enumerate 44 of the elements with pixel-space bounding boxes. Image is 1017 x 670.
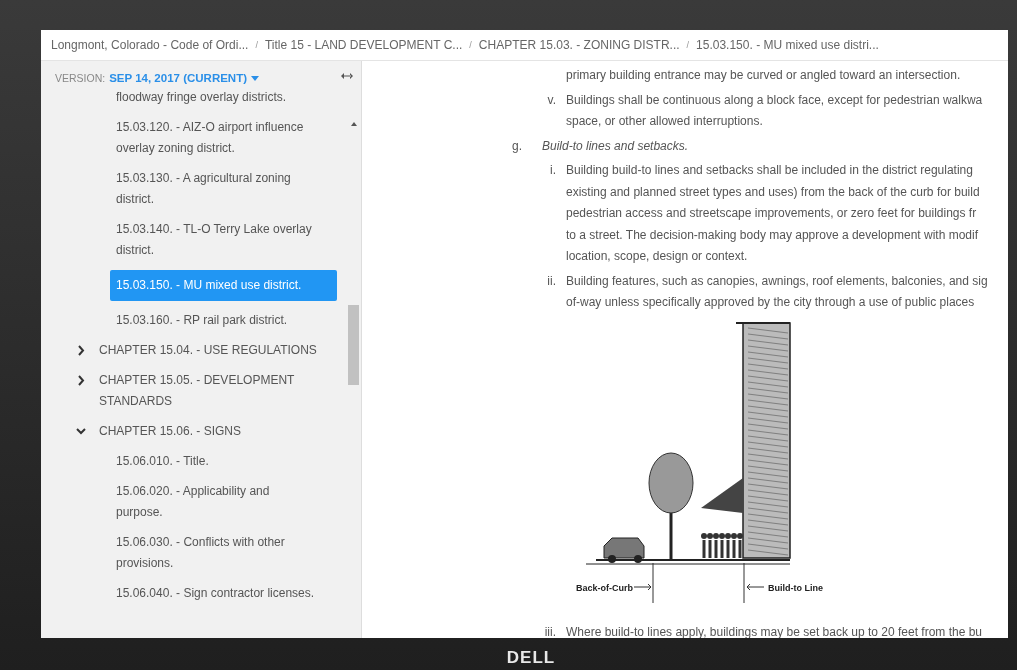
list-marker: g. [512, 137, 523, 155]
paragraph-line: space, or other allowed interruptions. [566, 113, 764, 130]
list-marker: iii. [543, 623, 557, 638]
paragraph-line: pedestrian access and streetscape improvements, or zero feet for buildings fr [566, 205, 978, 222]
chapter-item[interactable]: CHAPTER 15.06. - SIGNS [76, 421, 337, 442]
monitor-logo: DELL [505, 648, 557, 668]
figure-label: Back-of-Curb [576, 582, 633, 593]
scroll-up-icon[interactable] [351, 122, 357, 126]
list-marker: v. [546, 91, 557, 109]
toc-item[interactable]: 15.06.010. - Title. [110, 451, 325, 472]
paragraph-line: Building features, such as canopies, awnings, roof elements, balconies, and sig [566, 272, 988, 290]
version-label: VERSION: [55, 72, 106, 84]
paragraph-line: location, scope, design or context. [566, 248, 749, 265]
breadcrumb-link[interactable]: 15.03.150. - MU mixed use distri... [696, 38, 879, 52]
breadcrumb-link[interactable]: Longmont, Colorado - Code of Ordi... [51, 38, 249, 52]
paragraph-line: of-way unless specifically approved by the city through a use of public places [566, 294, 976, 311]
scrollbar-thumb[interactable] [348, 305, 359, 385]
breadcrumb-separator: / [686, 40, 690, 50]
paragraph-line: primary building entrance may be curved or angled toward an intersection. [566, 67, 961, 84]
toc-item[interactable]: 15.06.020. - Applicability and purpose. [110, 481, 325, 523]
chapter-item[interactable]: CHAPTER 15.05. - DEVELOPMENT STANDARDS [76, 370, 337, 412]
paragraph-line: existing and planned street types and uses) from the back of the curb for build [566, 183, 980, 201]
breadcrumb-link[interactable]: Title 15 - LAND DEVELOPMENT C... [264, 38, 463, 52]
list-marker: i. [549, 162, 557, 179]
chapter-item[interactable]: CHAPTER 15.04. - USE REGULATIONS [76, 340, 337, 361]
toc-item[interactable]: 15.06.030. - Conflicts with other provisions. [110, 532, 325, 574]
paragraph-line: Building build-to lines and setbacks shall be included in the district regulating [566, 162, 974, 179]
breadcrumb-separator: / [255, 40, 258, 50]
toc-item[interactable]: 15.06.040. - Sign contractor licenses. [110, 583, 325, 604]
paragraph-line: Buildings shall be continuous along a block face, except for pedestrian walkwa [566, 91, 983, 109]
toc-item[interactable]: 15.03.120. - AIZ-O airport influence overlay zoning district. [110, 117, 325, 159]
breadcrumb-link[interactable]: CHAPTER 15.03. - ZONING DISTR... [478, 38, 680, 52]
paragraph-line: Where build-to lines apply, buildings may be set back up to 20 feet from the bu [566, 623, 982, 638]
toc-item[interactable]: 15.03.140. - TL-O Terry Lake overlay district. [110, 219, 325, 261]
toc-item[interactable]: floodway fringe overlay districts. [110, 87, 325, 108]
list-marker: ii. [546, 272, 557, 290]
resize-arrows-icon[interactable] [341, 73, 353, 79]
paragraph-line: to a street. The decision-making body may approve a development with modif [566, 226, 979, 244]
breadcrumb-separator: / [469, 40, 472, 50]
caret-icon [251, 75, 260, 81]
figure-label: Build-to Line [768, 582, 823, 593]
section-heading: Build-to lines and setbacks. [542, 137, 689, 155]
toc-item[interactable]: 15.03.130. - A agricultural zoning district. [110, 168, 325, 210]
toc-item[interactable]: 15.03.160. - RP rail park district. [110, 310, 325, 331]
